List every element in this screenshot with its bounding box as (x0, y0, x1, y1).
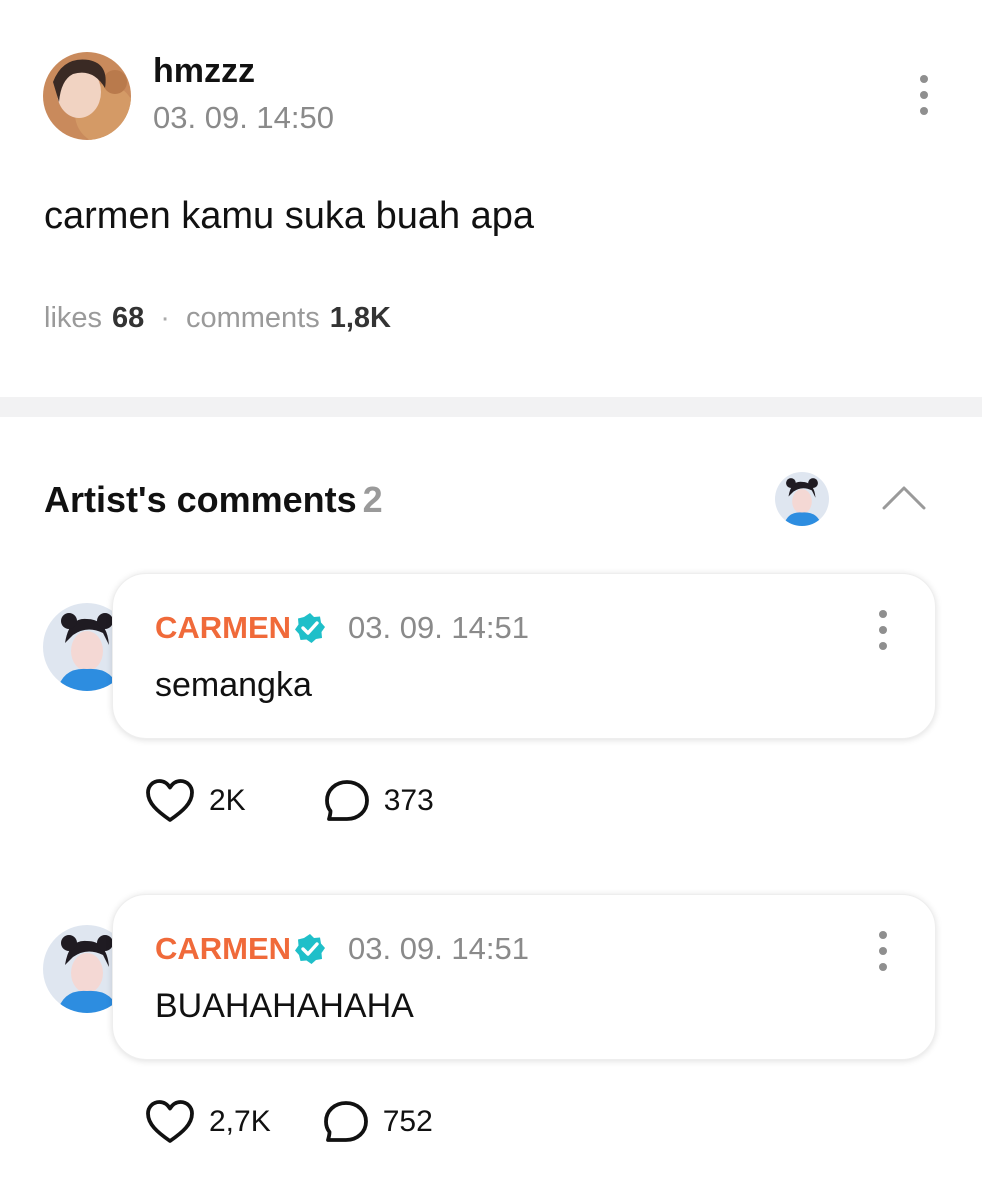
comment-timestamp: 03. 09. 14:51 (348, 931, 529, 966)
post-stats: likes 68 · comments 1,8K (44, 302, 391, 335)
reply-button[interactable]: 373 (324, 779, 434, 823)
comment-bubble-icon (324, 780, 369, 821)
comment-author-name[interactable]: CARMEN (155, 610, 291, 646)
section-divider (0, 397, 982, 417)
likes-label: likes (44, 302, 103, 334)
comment-bubble[interactable]: CARMEN 03. 09. 14:51 semangka (112, 573, 936, 739)
verified-badge-icon (295, 934, 325, 964)
collapse-chevron-up-icon[interactable] (880, 482, 928, 514)
like-button[interactable]: 2K (145, 778, 246, 824)
stats-separator: · (160, 302, 170, 334)
likes-count: 68 (112, 302, 145, 334)
like-count: 2,7K (209, 1105, 271, 1138)
comments-label[interactable]: comments (186, 302, 320, 335)
comment-more-icon[interactable] (871, 931, 895, 971)
post-more-icon[interactable] (912, 75, 936, 115)
comment-actions: 2K 373 (145, 778, 434, 824)
reply-count: 373 (383, 784, 434, 817)
comment-bubble[interactable]: CARMEN 03. 09. 14:51 BUAHAHAHAHA (112, 894, 936, 1060)
like-button[interactable]: 2,7K (145, 1099, 271, 1145)
post-timestamp: 03. 09. 14:50 (153, 100, 334, 135)
verified-badge-icon (295, 613, 325, 643)
comments-count[interactable]: 1,8K (330, 302, 391, 335)
heart-icon (146, 1100, 194, 1143)
reply-count: 752 (382, 1105, 433, 1138)
artist-comments-title: Artist's comments 2 (44, 479, 383, 521)
heart-icon (146, 779, 194, 822)
post-body: carmen kamu suka buah apa (44, 195, 535, 237)
comment-actions: 2,7K 752 (145, 1099, 433, 1145)
comment-more-icon[interactable] (871, 610, 895, 650)
reply-button[interactable]: 752 (323, 1100, 433, 1144)
author-avatar[interactable] (43, 52, 131, 140)
comment-text: BUAHAHAHAHA (155, 987, 414, 1025)
artist-avatar-small[interactable] (775, 472, 829, 526)
like-count: 2K (209, 784, 246, 817)
post-author-name[interactable]: hmzzz (153, 52, 255, 91)
comment-text: semangka (155, 666, 312, 704)
artist-comments-label: Artist's comments (44, 479, 357, 520)
comment-timestamp: 03. 09. 14:51 (348, 610, 529, 645)
artist-comments-count: 2 (362, 479, 383, 520)
comment-bubble-icon (323, 1101, 368, 1142)
comment-author-name[interactable]: CARMEN (155, 931, 291, 967)
